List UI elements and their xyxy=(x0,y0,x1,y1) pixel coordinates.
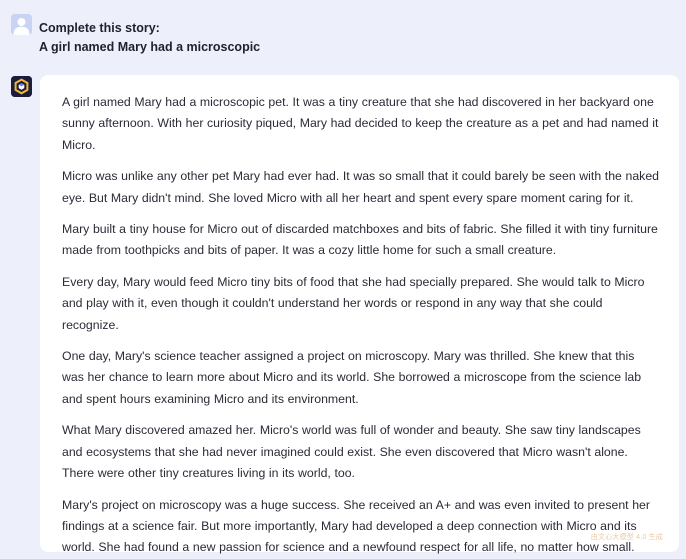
story-paragraph: One day, Mary's science teacher assigned… xyxy=(62,349,642,406)
user-prompt: Complete this story: A girl named Mary h… xyxy=(39,19,260,57)
watermark: 由文心大模型 4.0 生成 xyxy=(590,534,663,541)
story-paragraph: Mary built a tiny house for Micro out of… xyxy=(62,222,658,258)
story-paragraph: Every day, Mary would feed Micro tiny bi… xyxy=(62,274,645,332)
story-paragraph: Mary's project on microscopy was a huge … xyxy=(62,497,650,555)
story-paragraph: Micro was unlike any other pet Mary had … xyxy=(62,169,660,205)
user-prompt-line-2: A girl named Mary had a microscopic xyxy=(39,40,261,54)
story-paragraph: What Mary discovered amazed her. Micro's… xyxy=(62,423,641,481)
assistant-logo-icon xyxy=(11,76,32,97)
user-avatar-icon xyxy=(11,14,32,35)
user-prompt-line-1: Complete this story: xyxy=(39,21,160,35)
story-paragraph: A girl named Mary had a microscopic pet.… xyxy=(62,95,659,152)
assistant-message: A girl named Mary had a microscopic pet.… xyxy=(40,75,679,554)
user-message: Complete this story: A girl named Mary h… xyxy=(11,14,671,58)
